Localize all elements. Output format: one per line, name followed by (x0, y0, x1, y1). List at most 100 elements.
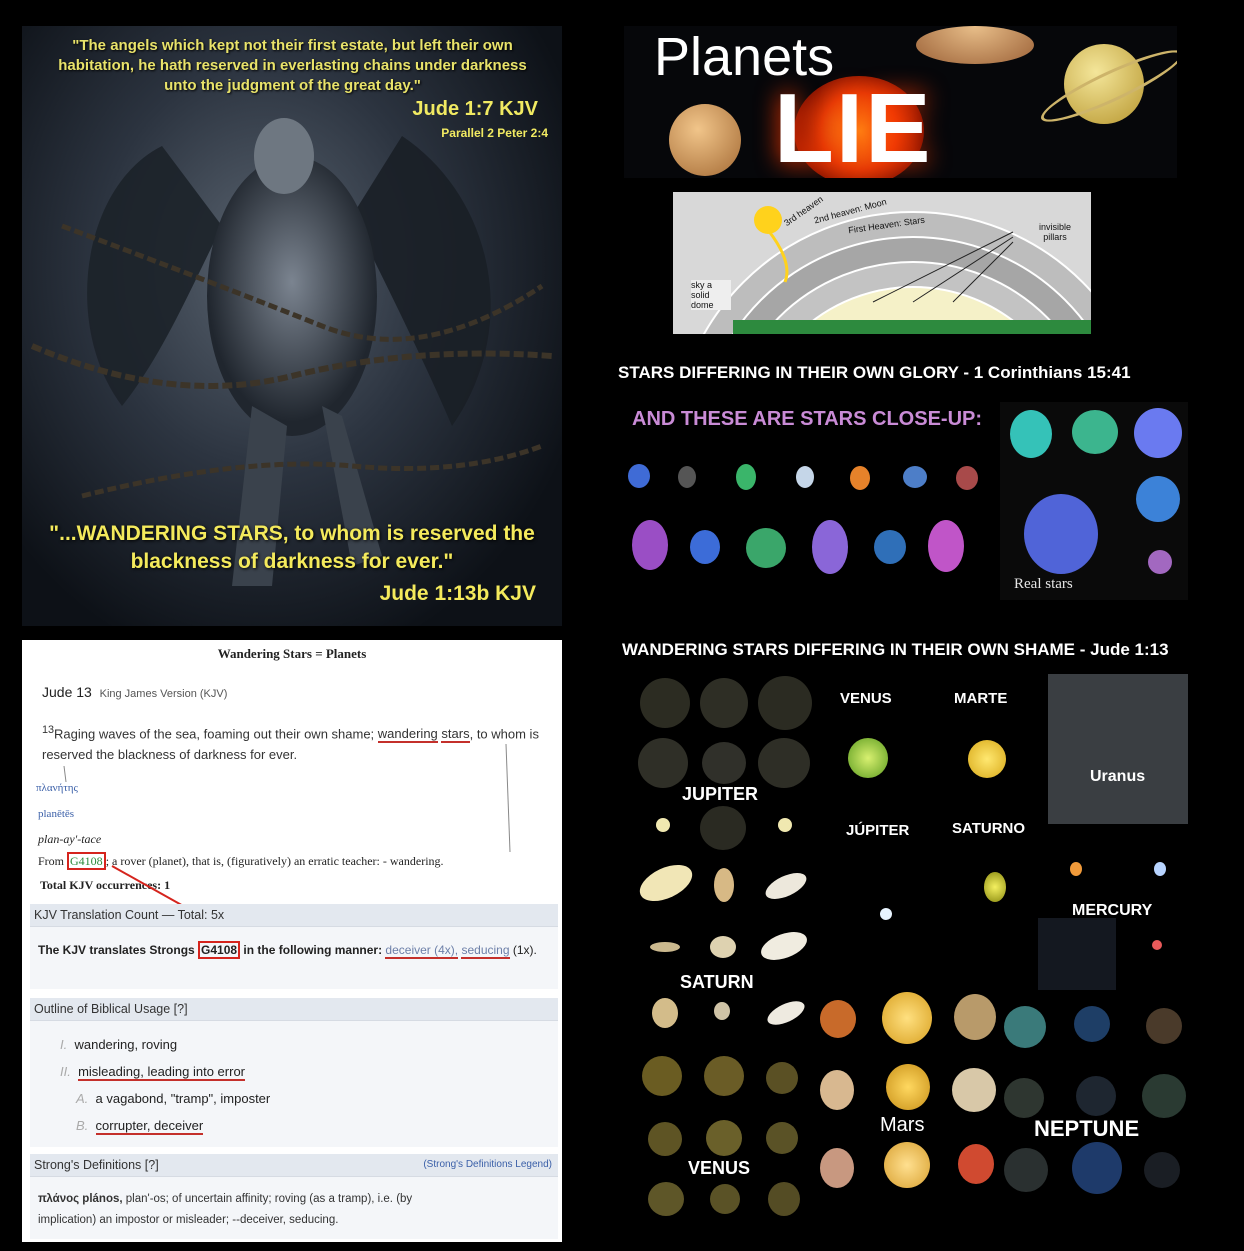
real-stars-grid: Real stars (1000, 402, 1188, 600)
from-line: From G4108; a rover (planet), that is, (… (38, 852, 444, 870)
mars-image (820, 1070, 854, 1110)
venus-image (704, 1056, 744, 1096)
star-image (1072, 410, 1118, 454)
angel-ref-jude-13: Jude 1:13b KJV (379, 582, 536, 605)
pronunciation: plan-ay'-tace (38, 832, 102, 846)
label-jupiter-es: JÚPITER (846, 822, 910, 839)
transliteration: planētēs (38, 808, 75, 820)
label-saturno: SATURNO (952, 820, 1026, 837)
outline-list: I. wandering, roving II. misleading, lea… (30, 1020, 558, 1147)
angel-panel: "The angels which kept not their first e… (22, 26, 562, 626)
star-image (1024, 494, 1098, 574)
neptune-image (1004, 1006, 1046, 1048)
g4108-box: G4108 (198, 941, 241, 959)
wandering-stars-quote: "...WANDERING STARS, to whom is reserved… (49, 522, 535, 573)
label-pillars: invisible pillars (1038, 222, 1071, 242)
wandering-heading: WANDERING STARS DIFFERING IN THEIR OWN S… (622, 640, 1169, 659)
mercury-image (1154, 862, 1166, 876)
jupiter-image (669, 104, 741, 176)
lie-word: LIE (774, 73, 933, 178)
saturn-image (710, 936, 736, 958)
jupiter-image (880, 908, 892, 920)
star-image (956, 466, 978, 490)
venus-image (648, 1182, 684, 1216)
real-stars-label: Real stars (1014, 576, 1073, 592)
star-image (690, 530, 720, 564)
uranus-tile: Uranus (1048, 674, 1188, 824)
star-image (1148, 550, 1172, 574)
neptune-image (1076, 1076, 1116, 1116)
strongs-legend-link[interactable]: (Strong's Definitions Legend) (423, 1154, 552, 1176)
mars-image (954, 994, 996, 1040)
saturn-image (714, 868, 734, 902)
venus-image (648, 1122, 682, 1156)
neptune-image (1074, 1006, 1110, 1042)
mars-image (886, 1064, 930, 1110)
planet-image (700, 678, 748, 728)
star-image (796, 466, 814, 488)
star-image (1136, 476, 1180, 522)
planet-image (778, 818, 792, 832)
mercury-image (1152, 940, 1162, 950)
label-neptune: NEPTUNE (1034, 1116, 1140, 1141)
label-jupiter: JUPITER (682, 784, 759, 804)
venus-image (710, 1184, 740, 1214)
label-solid-dome: sky a solid dome (691, 280, 731, 310)
planet-image (640, 678, 690, 728)
neptune-image (1072, 1142, 1122, 1194)
planets-collage: JUPITER SATURN VENUS VENUS MARTE JÚPITER… (634, 672, 1194, 1220)
strongs-document: Wandering Stars = Planets Jude 13 King J… (22, 640, 562, 1242)
neptune-image (1144, 1152, 1180, 1188)
underlined-wandering: wandering (377, 726, 438, 744)
planets-lie-banner: Planets LIE (624, 26, 1177, 178)
angel-ref-jude-7: Jude 1:7 KJV (412, 98, 538, 120)
label-venus-es: VENUS (840, 690, 892, 707)
angel-quote: "The angels which kept not their first e… (58, 37, 527, 94)
mars-image (882, 992, 932, 1044)
star-image (928, 520, 964, 572)
neptune-image (1142, 1074, 1186, 1118)
mercury-image (1070, 862, 1082, 876)
neptune-image (1004, 1148, 1048, 1192)
version-label: King James Version (KJV) (99, 688, 228, 700)
translation-count-header: KJV Translation Count — Total: 5x (30, 904, 558, 926)
g4108-link[interactable]: G4108 (67, 852, 106, 870)
saturn-image (634, 857, 698, 909)
venus-image (848, 738, 888, 778)
star-image (874, 530, 906, 564)
venus-image (766, 1122, 798, 1154)
dome-diagram: 3rd heaven 2nd heaven: Moon First Heaven… (673, 192, 1091, 334)
saturn-image (984, 872, 1006, 902)
star-image (1010, 410, 1052, 458)
star-image (903, 466, 927, 488)
neptune-image (1146, 1008, 1182, 1044)
outline-item: I. wandering, roving (60, 1037, 178, 1052)
star-image (850, 466, 870, 490)
mars-image (952, 1068, 996, 1112)
star-closeups-row (618, 450, 998, 590)
planet-image (758, 738, 810, 788)
label-marte: MARTE (954, 690, 1008, 707)
mars-image (820, 1000, 856, 1038)
translation-line: The KJV translates Strongs G4108 in the … (38, 941, 537, 959)
label-venus: VENUS (688, 1158, 751, 1178)
saturn-image (761, 867, 811, 905)
seducing-count: seducing (461, 943, 510, 959)
label-saturn: SATURN (680, 972, 754, 992)
strongs-definition: πλάνος plános, plan'-os; of uncertain af… (38, 1193, 413, 1226)
venus-image (768, 1182, 800, 1216)
outline-item: II. misleading, leading into error (60, 1064, 246, 1081)
angel-ref-parallel: Parallel 2 Peter 2:4 (441, 126, 548, 140)
saturn-image (764, 996, 808, 1030)
saturn-image (714, 1002, 730, 1020)
star-image (746, 528, 786, 568)
mars-image (820, 1148, 854, 1188)
planet-image (700, 806, 746, 850)
planet-image (758, 676, 812, 730)
venus-image (766, 1062, 798, 1094)
outline-item: B. corrupter, deceiver (76, 1118, 204, 1135)
venus-image (642, 1056, 682, 1096)
total-occurrences: Total KJV occurrences: 1 (40, 878, 171, 892)
deceiver-count: deceiver (4x), (385, 943, 459, 959)
label-uranus: Uranus (1090, 768, 1146, 785)
